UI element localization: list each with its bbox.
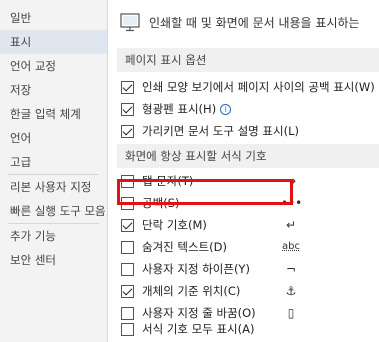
- tab-arrow-icon: →: [285, 174, 297, 188]
- anchor-icon: ⚓: [285, 284, 297, 298]
- option-paragraph-marks[interactable]: 단락 기호(M) ↵: [121, 214, 376, 236]
- display-monitor-icon: [120, 13, 140, 32]
- option-optional-hyphens[interactable]: 사용자 지정 하이픈(Y) ¬: [121, 258, 376, 280]
- page-display-section-title: 페이지 표시 옵션: [117, 48, 379, 72]
- checkbox-hidden-text[interactable]: [121, 240, 134, 254]
- option-hidden-text[interactable]: 숨겨진 텍스트(D) abc: [121, 236, 376, 258]
- hidden-text-icon: abc: [282, 241, 300, 252]
- checkbox-paragraph-marks[interactable]: [121, 218, 134, 232]
- option-show-all-marks[interactable]: 서식 기호 모두 표시(A): [121, 318, 376, 340]
- sidebar-item-trust-center[interactable]: 보안 센터: [0, 248, 107, 272]
- checkbox-show-tooltips[interactable]: [121, 124, 134, 138]
- sidebar-item-advanced[interactable]: 고급: [0, 150, 107, 174]
- option-label: 개체의 기준 위치(C): [142, 284, 241, 298]
- option-label: 단락 기호(M): [142, 218, 207, 232]
- sidebar-item-add-ins[interactable]: 추가 기능: [0, 224, 107, 248]
- info-icon[interactable]: i: [220, 103, 232, 115]
- option-label: 인쇄 모양 보기에서 페이지 사이의 공백 표시(W): [142, 80, 375, 94]
- option-label: 형광펜 표시(H): [142, 102, 217, 116]
- checkbox-show-all-marks[interactable]: [121, 322, 134, 336]
- panel-header: 인쇄할 때 및 화면에 문서 내용을 표시하는: [109, 0, 379, 44]
- option-show-highlighter[interactable]: 형광펜 표시(H) i: [121, 98, 376, 120]
- option-tab-characters[interactable]: 탭 문자(T) →: [121, 170, 376, 192]
- options-sidebar: 일반 표시 언어 교정 저장 한글 입력 체계 언어 고급 리본 사용자 지정 …: [0, 0, 108, 342]
- checkbox-object-anchors[interactable]: [121, 284, 134, 298]
- space-dots-icon: •••: [281, 196, 303, 210]
- sidebar-item-language[interactable]: 언어: [0, 126, 107, 150]
- panel-description: 인쇄할 때 및 화면에 문서 내용을 표시하는: [149, 16, 360, 30]
- sidebar-item-proofing[interactable]: 언어 교정: [0, 54, 107, 78]
- optional-hyphen-icon: ¬: [285, 262, 297, 276]
- sidebar-item-quick-access-toolbar[interactable]: 빠른 실행 도구 모음: [0, 199, 107, 223]
- option-label: 숨겨진 텍스트(D): [142, 240, 227, 254]
- checkbox-spaces[interactable]: [121, 196, 134, 210]
- option-spaces[interactable]: 공백(S) •••: [121, 192, 376, 214]
- option-label: 공백(S): [142, 196, 180, 210]
- formatting-marks-section-title: 화면에 항상 표시할 서식 기호: [117, 144, 379, 168]
- option-show-white-space[interactable]: 인쇄 모양 보기에서 페이지 사이의 공백 표시(W) i: [121, 76, 379, 98]
- sidebar-item-display[interactable]: 표시: [0, 30, 107, 54]
- checkbox-show-highlighter[interactable]: [121, 102, 134, 116]
- sidebar-item-customize-ribbon[interactable]: 리본 사용자 지정: [0, 175, 107, 199]
- sidebar-item-save[interactable]: 저장: [0, 78, 107, 102]
- option-show-tooltips[interactable]: 가리키면 문서 도구 설명 표시(L): [121, 120, 376, 142]
- checkbox-tab-characters[interactable]: [121, 174, 134, 188]
- checkbox-show-white-space[interactable]: [121, 80, 134, 94]
- checkbox-optional-hyphens[interactable]: [121, 262, 134, 276]
- option-label: 서식 기호 모두 표시(A): [142, 322, 255, 336]
- option-label: 가리키면 문서 도구 설명 표시(L): [142, 124, 299, 138]
- option-object-anchors[interactable]: 개체의 기준 위치(C) ⚓: [121, 280, 376, 302]
- option-label: 사용자 지정 하이픈(Y): [142, 262, 250, 276]
- paragraph-mark-icon: ↵: [285, 218, 297, 232]
- sidebar-item-korean-ime[interactable]: 한글 입력 체계: [0, 102, 107, 126]
- display-options-panel: 인쇄할 때 및 화면에 문서 내용을 표시하는 페이지 표시 옵션 인쇄 모양 …: [109, 0, 379, 342]
- option-label: 탭 문자(T): [142, 174, 194, 188]
- sidebar-item-general[interactable]: 일반: [0, 6, 107, 30]
